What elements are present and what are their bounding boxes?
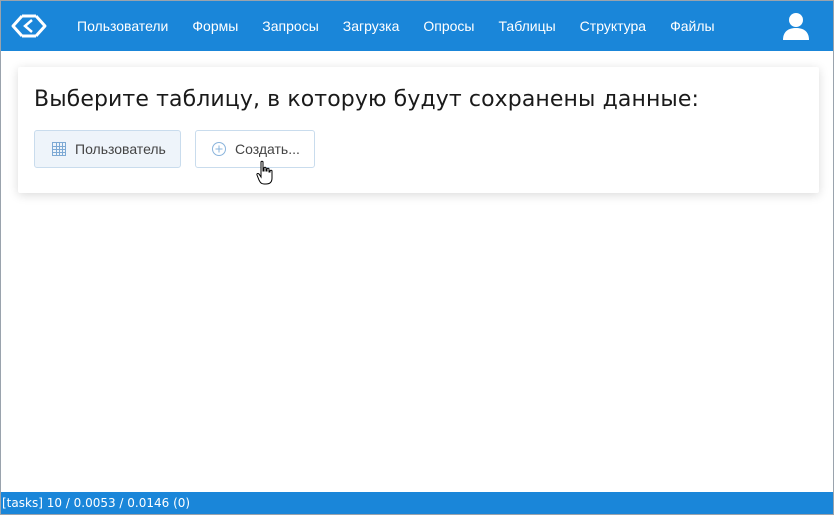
nav-menu: Пользователи Формы Запросы Загрузка Опро…	[73, 1, 727, 51]
brackets-logo-icon[interactable]	[9, 12, 49, 40]
user-icon[interactable]	[781, 11, 811, 41]
table-user-button-label: Пользователь	[75, 141, 166, 157]
top-navbar: Пользователи Формы Запросы Загрузка Опро…	[1, 1, 833, 51]
table-select-card: Выберите таблицу, в которую будут сохран…	[18, 67, 819, 193]
create-table-button[interactable]: Создать...	[195, 130, 315, 168]
card-title: Выберите таблицу, в которую будут сохран…	[34, 87, 700, 112]
grid-icon	[51, 141, 67, 157]
nav-item-surveys[interactable]: Опросы	[411, 1, 486, 51]
nav-item-forms[interactable]: Формы	[180, 1, 250, 51]
nav-item-upload[interactable]: Загрузка	[331, 1, 412, 51]
status-bar: [tasks] 10 / 0.0053 / 0.0146 (0)	[1, 492, 833, 514]
nav-item-users[interactable]: Пользователи	[73, 1, 180, 51]
create-table-button-label: Создать...	[235, 141, 300, 157]
nav-item-tables[interactable]: Таблицы	[487, 1, 568, 51]
table-user-button[interactable]: Пользователь	[34, 130, 181, 168]
status-text: [tasks] 10 / 0.0053 / 0.0146 (0)	[2, 496, 191, 510]
plus-circle-icon	[211, 141, 227, 157]
nav-item-structure[interactable]: Структура	[568, 1, 658, 51]
nav-item-queries[interactable]: Запросы	[250, 1, 330, 51]
nav-item-files[interactable]: Файлы	[658, 1, 726, 51]
